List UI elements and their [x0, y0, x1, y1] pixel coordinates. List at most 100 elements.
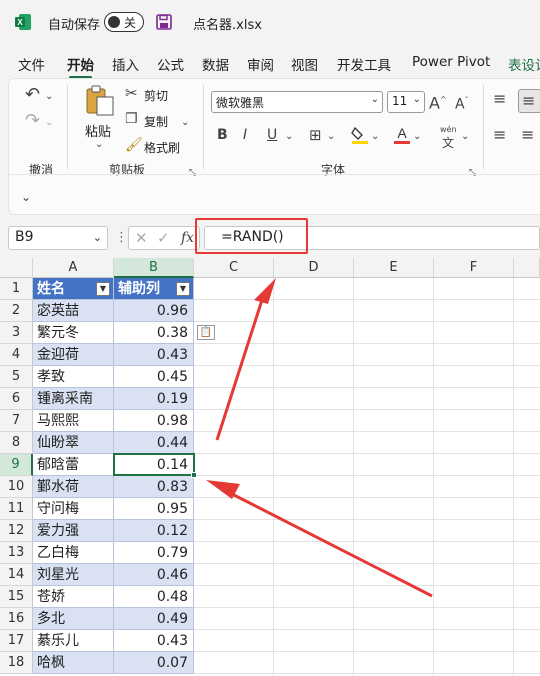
insert-function-icon[interactable]: fx: [181, 230, 194, 246]
row-header[interactable]: 18: [0, 652, 33, 674]
copy-icon[interactable]: ❐: [125, 111, 138, 127]
row-header[interactable]: 1: [0, 278, 33, 300]
border-dropdown-icon[interactable]: ⌄: [327, 129, 335, 145]
row-header[interactable]: 10: [0, 476, 33, 498]
format-painter-icon[interactable]: 🖌: [125, 137, 143, 153]
phonetic-dropdown-icon[interactable]: ⌄: [461, 129, 469, 145]
row-header[interactable]: 6: [0, 388, 33, 410]
cell-name[interactable]: 乙白梅: [33, 542, 114, 564]
row-header[interactable]: 13: [0, 542, 33, 564]
format-painter-label[interactable]: 格式刷: [144, 139, 180, 156]
cell-name[interactable]: 繁元冬: [33, 322, 114, 344]
cut-label[interactable]: 剪切: [144, 87, 168, 104]
cell-helper-value[interactable]: 0.96: [114, 300, 194, 322]
cell-name[interactable]: 刘星光: [33, 564, 114, 586]
increase-font-icon[interactable]: A^: [429, 92, 447, 111]
column-header-b[interactable]: B: [114, 258, 194, 278]
scissors-icon[interactable]: ✂: [125, 85, 138, 101]
cell-helper-value[interactable]: 0.95: [114, 498, 194, 520]
font-name-select[interactable]: 微软雅黑 ⌄: [211, 91, 383, 113]
column-header-d[interactable]: D: [274, 258, 354, 278]
cell-helper-value[interactable]: 0.79: [114, 542, 194, 564]
column-header-c[interactable]: C: [194, 258, 274, 278]
tab-power-pivot[interactable]: Power Pivot: [412, 54, 490, 70]
cell-helper-value[interactable]: 0.43: [114, 344, 194, 366]
cell-helper-value[interactable]: 0.38: [114, 322, 194, 344]
underline-icon[interactable]: U: [267, 127, 277, 143]
row-header[interactable]: 9: [0, 454, 33, 476]
cell-helper-value[interactable]: 0.46: [114, 564, 194, 586]
font-color-dropdown-icon[interactable]: ⌄: [413, 129, 421, 145]
cell-name[interactable]: 宓英喆: [33, 300, 114, 322]
table-header-name[interactable]: 姓名 ▼: [33, 278, 114, 300]
cell-name[interactable]: 多北: [33, 608, 114, 630]
align-left-icon[interactable]: ≡: [493, 127, 506, 143]
more-icon[interactable]: ⋮: [115, 230, 128, 246]
font-size-select[interactable]: 11 ⌄: [387, 91, 425, 113]
column-header-f[interactable]: F: [434, 258, 514, 278]
underline-dropdown-icon[interactable]: ⌄: [285, 129, 293, 145]
copy-dropdown-icon[interactable]: ⌄: [181, 115, 189, 131]
cell-helper-value[interactable]: 0.43: [114, 630, 194, 652]
paste-icon[interactable]: [85, 85, 115, 117]
ribbon-expand-icon[interactable]: ⌄: [21, 189, 31, 205]
cell-helper-value[interactable]: 0.48: [114, 586, 194, 608]
redo-dropdown-icon[interactable]: ⌄: [45, 115, 53, 131]
undo-icon[interactable]: ↶: [25, 86, 40, 104]
bold-icon[interactable]: B: [217, 127, 228, 143]
tab-review[interactable]: 审阅: [247, 54, 274, 74]
cell-name[interactable]: 苍娇: [33, 586, 114, 608]
cell-name[interactable]: 仙盼翠: [33, 432, 114, 454]
cell-name[interactable]: 金迎荷: [33, 344, 114, 366]
row-header[interactable]: 15: [0, 586, 33, 608]
row-header[interactable]: 5: [0, 366, 33, 388]
cell-name[interactable]: 郁晗蕾: [33, 454, 114, 476]
cell-helper-value[interactable]: 0.45: [114, 366, 194, 388]
row-header[interactable]: 3: [0, 322, 33, 344]
column-header-g[interactable]: [514, 258, 540, 278]
tab-insert[interactable]: 插入: [112, 54, 139, 74]
save-icon[interactable]: [156, 14, 172, 30]
row-header[interactable]: 12: [0, 520, 33, 542]
row-header[interactable]: 4: [0, 344, 33, 366]
decrease-font-icon[interactable]: Aˇ: [455, 93, 469, 113]
border-icon[interactable]: ⊞: [309, 127, 322, 143]
paste-dropdown-icon[interactable]: ⌄: [95, 137, 103, 153]
tab-view[interactable]: 视图: [291, 54, 318, 74]
phonetic-icon[interactable]: wén 文: [439, 125, 459, 150]
cancel-icon[interactable]: ✕: [135, 230, 148, 246]
font-launcher-icon[interactable]: ⤡: [469, 165, 476, 181]
enter-icon[interactable]: ✓: [157, 230, 170, 246]
filter-dropdown-icon[interactable]: ▼: [96, 282, 110, 296]
fill-handle[interactable]: [191, 472, 197, 478]
cell-name[interactable]: 鄞水荷: [33, 476, 114, 498]
redo-icon[interactable]: ↷: [25, 112, 40, 130]
row-header[interactable]: 7: [0, 410, 33, 432]
font-color-icon[interactable]: A: [393, 125, 411, 145]
cell-helper-value[interactable]: 0.83: [114, 476, 194, 498]
worksheet-grid[interactable]: A B C D E F 1 姓名 ▼ 辅助列 ▼ 2 宓英喆 0.96 3 繁元冬 0.38 4 金迎荷…: [0, 258, 540, 676]
undo-dropdown-icon[interactable]: ⌄: [45, 89, 53, 105]
align-top-icon[interactable]: ≡: [493, 91, 506, 107]
cell-name[interactable]: 孝致: [33, 366, 114, 388]
column-header-e[interactable]: E: [354, 258, 434, 278]
row-header[interactable]: 11: [0, 498, 33, 520]
column-header-a[interactable]: A: [33, 258, 114, 278]
autosave-toggle[interactable]: 关: [104, 12, 144, 32]
cell-name[interactable]: 哈枫: [33, 652, 114, 674]
tab-developer[interactable]: 开发工具: [337, 54, 391, 74]
paste-options-icon[interactable]: 📋: [197, 325, 215, 340]
copy-label[interactable]: 复制: [144, 113, 168, 130]
filter-dropdown-icon[interactable]: ▼: [176, 282, 190, 296]
cell-helper-value[interactable]: 0.49: [114, 608, 194, 630]
cell-helper-value[interactable]: 0.12: [114, 520, 194, 542]
cell-helper-value[interactable]: 0.19: [114, 388, 194, 410]
fill-color-dropdown-icon[interactable]: ⌄: [371, 129, 379, 145]
row-header[interactable]: 8: [0, 432, 33, 454]
select-all-corner[interactable]: [0, 258, 33, 278]
cell-helper-value[interactable]: 0.98: [114, 410, 194, 432]
name-box[interactable]: B9 ⌄: [8, 226, 108, 250]
row-header[interactable]: 17: [0, 630, 33, 652]
cell-helper-value[interactable]: 0.07: [114, 652, 194, 674]
tab-formulas[interactable]: 公式: [157, 54, 184, 74]
